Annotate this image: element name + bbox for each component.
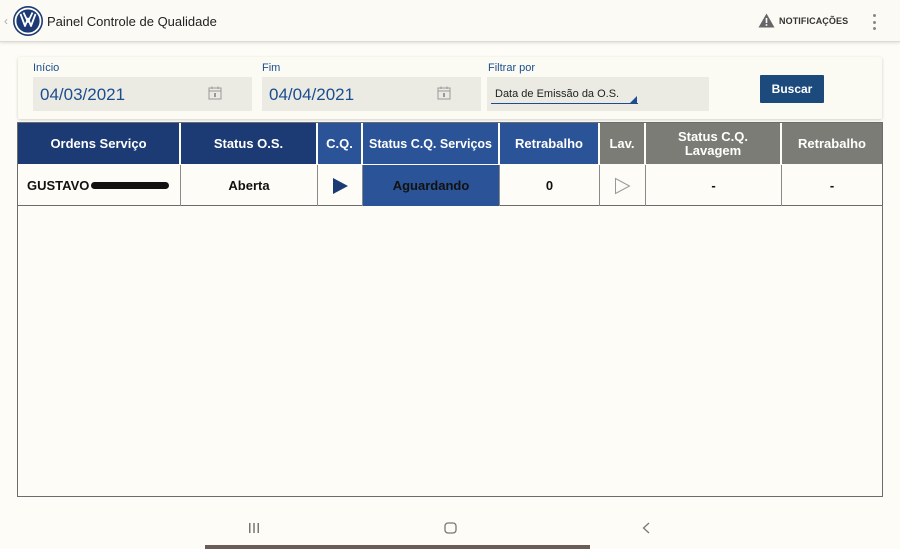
- back-icon[interactable]: [641, 522, 651, 534]
- header-status-cq-servicos: Status C.Q. Serviços: [363, 123, 500, 164]
- cell-retrabalho-lavagem: -: [829, 178, 835, 193]
- warning-icon: [758, 13, 775, 28]
- filter-by-select[interactable]: Data de Emissão da O.S.: [487, 77, 709, 111]
- cq-play-button[interactable]: [318, 165, 363, 206]
- cell-status-cq-servicos: Aguardando: [363, 165, 500, 206]
- start-date-field[interactable]: 04/03/2021: [33, 77, 252, 111]
- play-outline-icon: [615, 177, 631, 194]
- dropdown-triangle-icon: [630, 96, 637, 103]
- customer-name: GUSTAVO: [27, 178, 90, 193]
- cell-status-os: Aberta: [181, 165, 318, 206]
- redaction-mark: [91, 182, 170, 189]
- header-ordens-servico: Ordens Serviço: [18, 123, 181, 164]
- app-bar: ‹ Painel Controle de Qualidade NOTIFICAÇ…: [0, 0, 900, 42]
- select-underline: [491, 103, 638, 104]
- start-date-label: Início: [33, 62, 60, 74]
- notifications-label: NOTIFICAÇÕES: [779, 15, 849, 26]
- notifications-button[interactable]: NOTIFICAÇÕES: [758, 13, 848, 28]
- filter-by-label: Filtrar por: [488, 62, 536, 74]
- orders-table: Ordens Serviço Status O.S. C.Q. Status C…: [17, 122, 883, 497]
- bottom-edge-strip: [205, 545, 590, 549]
- search-button[interactable]: Buscar: [760, 75, 824, 103]
- header-status-cq-lavagem: Status C.Q. Lavagem: [646, 123, 782, 164]
- home-icon[interactable]: [444, 522, 457, 534]
- end-date-field[interactable]: 04/04/2021: [262, 77, 481, 111]
- lav-play-button[interactable]: [600, 165, 646, 206]
- filter-by-value: Data de Emissão da O.S.: [495, 88, 620, 100]
- table-header-row: Ordens Serviço Status O.S. C.Q. Status C…: [18, 123, 882, 164]
- cell-retrabalho: 0: [500, 165, 600, 206]
- back-chevron-icon[interactable]: ‹: [4, 14, 8, 28]
- header-retrabalho: Retrabalho: [500, 123, 600, 164]
- play-filled-icon: [332, 177, 348, 194]
- app-title: Painel Controle de Qualidade: [47, 14, 217, 29]
- table-row[interactable]: GUSTAVO Aberta Aguardando 0 - -: [18, 165, 882, 206]
- filter-panel: Início 04/03/2021 Fim 04/04/2021 Filtrar…: [18, 57, 882, 119]
- system-nav-bar: [0, 508, 900, 549]
- calendar-icon: [437, 86, 451, 100]
- more-vert-icon[interactable]: [866, 12, 882, 32]
- start-date-value: 04/03/2021: [40, 85, 126, 104]
- end-date-value: 04/04/2021: [269, 85, 355, 104]
- header-retrabalho-lavagem: Retrabalho: [782, 123, 882, 164]
- header-cq: C.Q.: [318, 123, 363, 164]
- cell-ordem-servico: GUSTAVO: [18, 165, 181, 206]
- header-lav: Lav.: [600, 123, 646, 164]
- vw-logo-icon: [13, 6, 43, 36]
- calendar-icon: [208, 86, 222, 100]
- end-date-label: Fim: [262, 62, 281, 74]
- recents-icon[interactable]: [248, 522, 260, 534]
- header-status-os: Status O.S.: [181, 123, 318, 164]
- cell-status-cq-lavagem: -: [646, 165, 782, 206]
